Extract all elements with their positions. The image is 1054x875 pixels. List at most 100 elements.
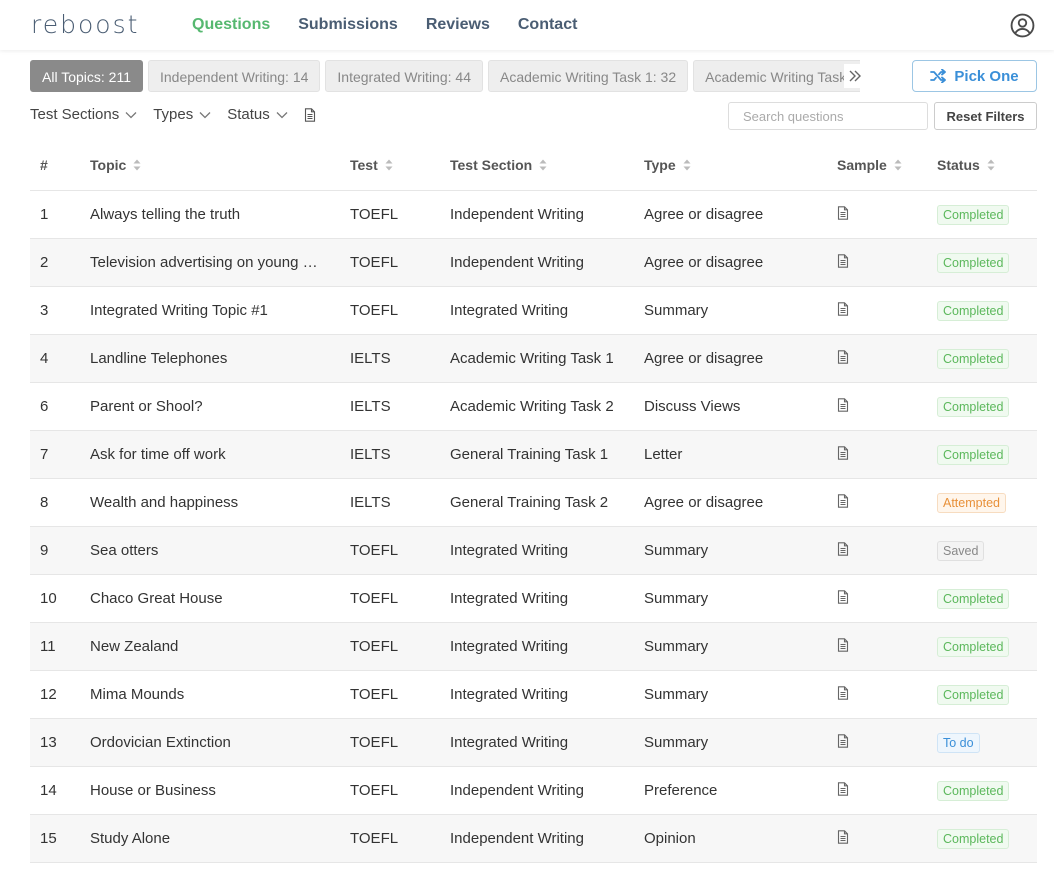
row-type: Discuss Views bbox=[644, 398, 741, 415]
table-row[interactable]: 13 Ordovician Extinction TOEFL Integrated W… bbox=[30, 719, 1037, 767]
pick-one-button[interactable]: Pick One bbox=[912, 60, 1037, 92]
column-header-status[interactable]: Status bbox=[937, 157, 1037, 173]
sample-document-icon[interactable] bbox=[837, 781, 849, 796]
topics-scroll-right-button[interactable] bbox=[844, 64, 866, 88]
row-type: Preference bbox=[644, 782, 718, 799]
row-sample-cell bbox=[837, 493, 937, 512]
sample-document-icon[interactable] bbox=[837, 301, 849, 316]
column-header-test[interactable]: Test bbox=[350, 157, 450, 173]
topic-pill-academic-writing-task-1[interactable]: Academic Writing Task 1: 32 bbox=[488, 60, 689, 92]
row-topic-link[interactable]: Landline Telephones bbox=[90, 350, 350, 367]
search-questions-input[interactable] bbox=[728, 102, 928, 130]
table-row[interactable]: 11 New Zealand TOEFL Integrated Writing Summ… bbox=[30, 623, 1037, 671]
status-label: Status bbox=[227, 106, 270, 123]
sample-document-icon[interactable] bbox=[837, 493, 849, 508]
row-status-cell: Saved bbox=[937, 540, 1037, 561]
sample-document-icon[interactable] bbox=[837, 733, 849, 748]
status-badge: Completed bbox=[937, 684, 1010, 705]
status-dropdown[interactable]: Status bbox=[227, 106, 288, 123]
reboost-logo[interactable]: reboost bbox=[31, 10, 139, 39]
row-topic-link[interactable]: Ordovician Extinction bbox=[90, 734, 350, 751]
types-label: Types bbox=[153, 106, 194, 123]
row-test-section: Independent Writing bbox=[450, 206, 584, 223]
sample-document-icon[interactable] bbox=[837, 541, 849, 556]
sample-document-icon[interactable] bbox=[837, 445, 849, 460]
row-sample-cell bbox=[837, 733, 937, 752]
test-sections-dropdown[interactable]: Test Sections bbox=[30, 106, 137, 123]
column-header-test-section[interactable]: Test Section bbox=[450, 157, 644, 173]
table-row[interactable]: 1 Always telling the truth TOEFL Independen… bbox=[30, 191, 1037, 239]
column-header-sample[interactable]: Sample bbox=[837, 157, 937, 173]
row-topic-link[interactable]: House or Business bbox=[90, 782, 350, 799]
topic-pill-independent-writing[interactable]: Independent Writing: 14 bbox=[147, 60, 321, 92]
row-status-cell: Completed bbox=[937, 204, 1037, 225]
sample-document-icon[interactable] bbox=[837, 253, 849, 268]
table-row[interactable]: 14 House or Business TOEFL Independent Writ… bbox=[30, 767, 1037, 815]
status-badge: Completed bbox=[937, 252, 1010, 273]
row-sample-cell bbox=[837, 637, 937, 656]
row-topic-link[interactable]: New Zealand bbox=[90, 638, 350, 655]
row-type: Summary bbox=[644, 542, 709, 559]
topic-pill-all[interactable]: All Topics: 211 bbox=[30, 60, 143, 92]
row-status-cell: Completed bbox=[937, 444, 1037, 465]
row-topic-link[interactable]: Integrated Writing Topic #1 bbox=[90, 302, 350, 319]
row-type: Agree or disagree bbox=[644, 206, 764, 223]
row-topic-link[interactable]: Ask for time off work bbox=[90, 446, 350, 463]
table-row[interactable]: 10 Chaco Great House TOEFL Integrated Writi… bbox=[30, 575, 1037, 623]
table-row[interactable]: 3 Integrated Writing Topic #1 TOEFL Integra… bbox=[30, 287, 1037, 335]
sample-document-icon[interactable] bbox=[837, 685, 849, 700]
sample-document-icon[interactable] bbox=[837, 397, 849, 412]
chevron-down-icon bbox=[276, 111, 288, 118]
row-number: 6 bbox=[40, 398, 49, 415]
sample-document-icon[interactable] bbox=[837, 205, 849, 220]
row-topic-link[interactable]: Study Alone bbox=[90, 830, 350, 847]
nav-questions[interactable]: Questions bbox=[192, 16, 270, 34]
row-test-section: Integrated Writing bbox=[450, 542, 569, 559]
sample-document-icon[interactable] bbox=[837, 829, 849, 844]
column-header-type[interactable]: Type bbox=[644, 157, 837, 173]
sample-filter-toggle[interactable] bbox=[304, 107, 316, 122]
row-test-section: Academic Writing Task 2 bbox=[450, 398, 614, 415]
table-row[interactable]: 12 Mima Mounds TOEFL Integrated Writing Summ… bbox=[30, 671, 1037, 719]
column-header-topic[interactable]: Topic bbox=[90, 157, 350, 173]
status-badge: Completed bbox=[937, 780, 1010, 801]
row-type: Summary bbox=[644, 638, 709, 655]
types-dropdown[interactable]: Types bbox=[153, 106, 211, 123]
nav-reviews[interactable]: Reviews bbox=[426, 16, 490, 34]
row-topic-link[interactable]: Chaco Great House bbox=[90, 590, 350, 607]
user-account-button[interactable] bbox=[1010, 13, 1035, 38]
table-row[interactable]: 15 Study Alone TOEFL Independent Writing Opi… bbox=[30, 815, 1037, 863]
row-sample-cell bbox=[837, 685, 937, 704]
row-topic-link[interactable]: Television advertising on young children bbox=[90, 254, 350, 271]
sort-icon bbox=[894, 159, 902, 171]
row-status-cell: Attempted bbox=[937, 492, 1037, 513]
topic-pill-academic-writing-task-2[interactable]: Academic Writing Task 2 bbox=[693, 60, 860, 92]
row-sample-cell bbox=[837, 541, 937, 560]
status-badge: Completed bbox=[937, 828, 1010, 849]
sample-document-icon[interactable] bbox=[837, 589, 849, 604]
sample-document-icon[interactable] bbox=[837, 637, 849, 652]
table-row[interactable]: 2 Television advertising on young childre… bbox=[30, 239, 1037, 287]
nav-submissions[interactable]: Submissions bbox=[298, 16, 398, 34]
nav-contact[interactable]: Contact bbox=[518, 16, 578, 34]
row-type: Letter bbox=[644, 446, 683, 463]
table-row[interactable]: 9 Sea otters TOEFL Integrated Writing Summar… bbox=[30, 527, 1037, 575]
status-badge: Completed bbox=[937, 636, 1010, 657]
table-row[interactable]: 7 Ask for time off work IELTS General Train… bbox=[30, 431, 1037, 479]
row-test-section: Academic Writing Task 1 bbox=[450, 350, 614, 367]
row-number: 14 bbox=[40, 782, 57, 799]
row-topic-link[interactable]: Always telling the truth bbox=[90, 206, 350, 223]
row-test-section: Integrated Writing bbox=[450, 638, 569, 655]
row-topic-link[interactable]: Mima Mounds bbox=[90, 686, 350, 703]
table-row[interactable]: 6 Parent or Shool? IELTS Academic Writing T… bbox=[30, 383, 1037, 431]
row-number: 7 bbox=[40, 446, 49, 463]
row-topic-link[interactable]: Parent or Shool? bbox=[90, 398, 350, 415]
row-topic-link[interactable]: Sea otters bbox=[90, 542, 350, 559]
row-topic-link[interactable]: Wealth and happiness bbox=[90, 494, 350, 511]
reset-filters-button[interactable]: Reset Filters bbox=[934, 102, 1037, 130]
sort-icon bbox=[385, 159, 393, 171]
table-row[interactable]: 4 Landline Telephones IELTS Academic Writin… bbox=[30, 335, 1037, 383]
sample-document-icon[interactable] bbox=[837, 349, 849, 364]
topic-pill-integrated-writing[interactable]: Integrated Writing: 44 bbox=[325, 60, 483, 92]
table-row[interactable]: 8 Wealth and happiness IELTS General Traini… bbox=[30, 479, 1037, 527]
